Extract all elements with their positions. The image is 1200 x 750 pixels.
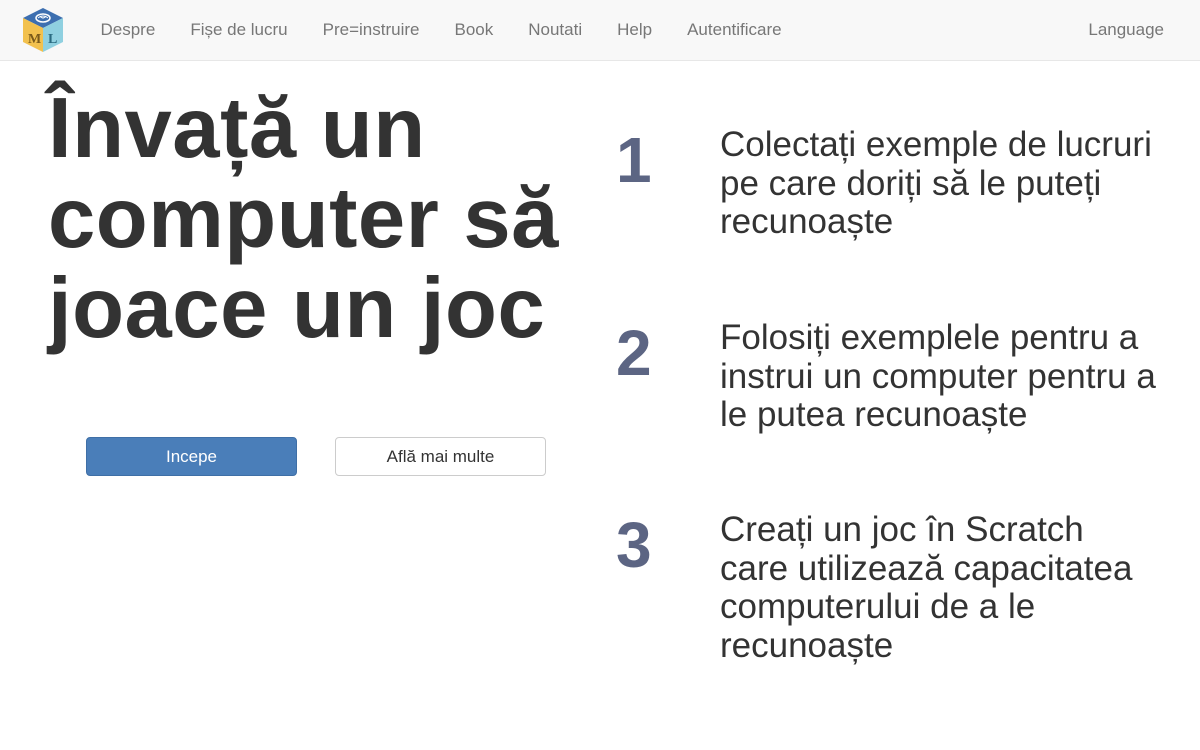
nav-link-help[interactable]: Help [600,0,670,60]
hero-title-line-1: Învață un [48,81,426,176]
nav-links: Despre Fișe de lucru Pre=instruire Book … [83,0,799,60]
nav-link-despre[interactable]: Despre [83,0,173,60]
step-number: 1 [616,124,652,196]
top-navbar: M L Despre Fișe de lucru Pre=instruire B… [0,0,1200,61]
step-number: 2 [616,317,652,389]
step-text: Colectați exemple de lucruri pe care dor… [720,125,1152,241]
nav-right: Language [1071,0,1181,60]
svg-text:M: M [28,32,41,47]
svg-text:L: L [48,32,57,47]
nav-link-login[interactable]: Autentificare [670,0,800,60]
step-number: 3 [616,509,652,581]
nav-link-worksheets[interactable]: Fișe de lucru [173,0,305,60]
nav-link-pretrained[interactable]: Pre=instruire [305,0,437,60]
nav-link-book[interactable]: Book [437,0,511,60]
hero-title-line-3: joace un joc [48,261,546,356]
step-text: Creați un joc în Scratch care utilizează… [720,510,1133,665]
ml-logo-icon[interactable]: M L [20,6,66,54]
hero-title: Învață un computer să joace un joc [48,84,588,354]
step-text: Folosiți exemplele pentru a instrui un c… [720,318,1156,434]
language-menu[interactable]: Language [1071,0,1181,60]
get-started-button[interactable]: Incepe [86,437,297,476]
learn-more-button[interactable]: Află mai multe [335,437,546,476]
hero-title-line-2: computer să [48,171,559,266]
nav-link-news[interactable]: Noutati [511,0,600,60]
